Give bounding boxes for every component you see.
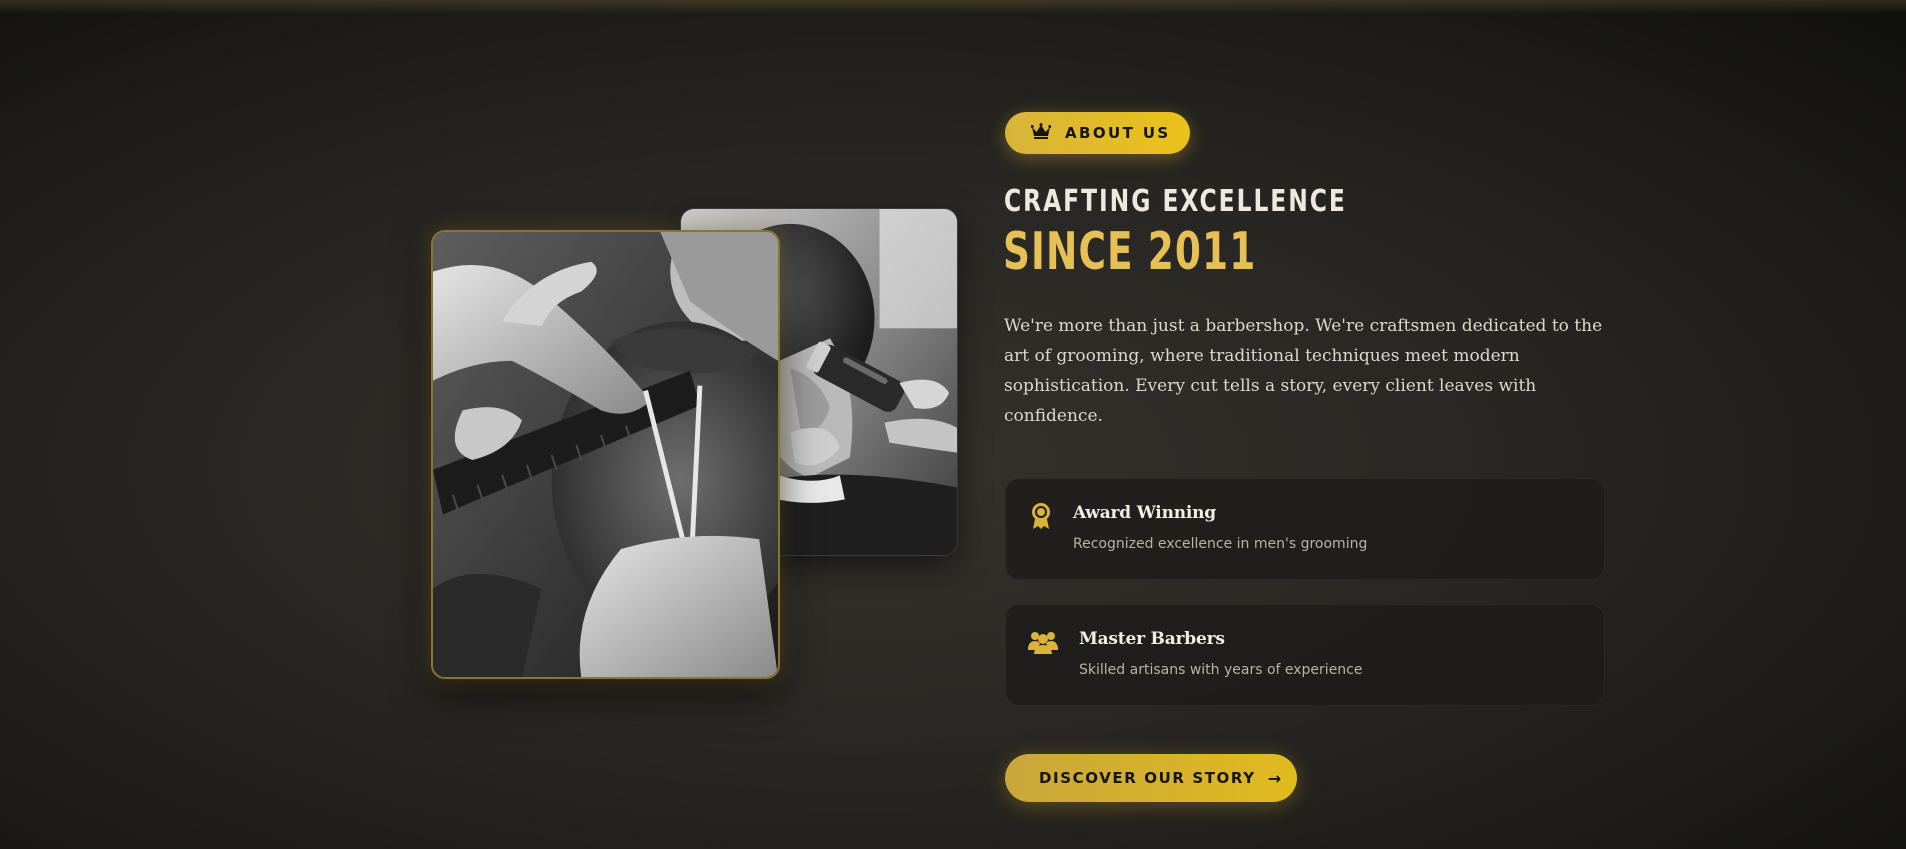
feature-title: Award Winning <box>1073 503 1216 523</box>
badge-label: ABOUT US <box>1065 124 1171 142</box>
heading-line-1: CRAFTING EXCELLENCE <box>1004 184 1347 219</box>
intro-paragraph: We're more than just a barbershop. We're… <box>1004 316 1603 426</box>
feature-description: Recognized excellence in men's grooming <box>1073 536 1368 552</box>
beard-trim-photo <box>431 230 780 679</box>
feature-card-barbers: Master Barbers Skilled artisans with yea… <box>1005 604 1605 706</box>
arrow-right-icon: → <box>1267 768 1282 788</box>
crown-icon <box>1030 122 1052 144</box>
cta-label: DISCOVER OUR STORY <box>1039 769 1256 787</box>
feature-description: Skilled artisans with years of experienc… <box>1079 662 1363 678</box>
top-glow <box>0 0 1906 14</box>
heading-line-2: SINCE 2011 <box>1003 222 1257 282</box>
feature-title: Master Barbers <box>1079 629 1225 649</box>
about-us-badge: ABOUT US <box>1005 112 1190 154</box>
award-ribbon-icon <box>1026 501 1056 531</box>
feature-card-award: Award Winning Recognized excellence in m… <box>1005 478 1605 580</box>
users-group-icon <box>1028 627 1058 657</box>
discover-story-button[interactable]: DISCOVER OUR STORY → <box>1005 754 1297 802</box>
